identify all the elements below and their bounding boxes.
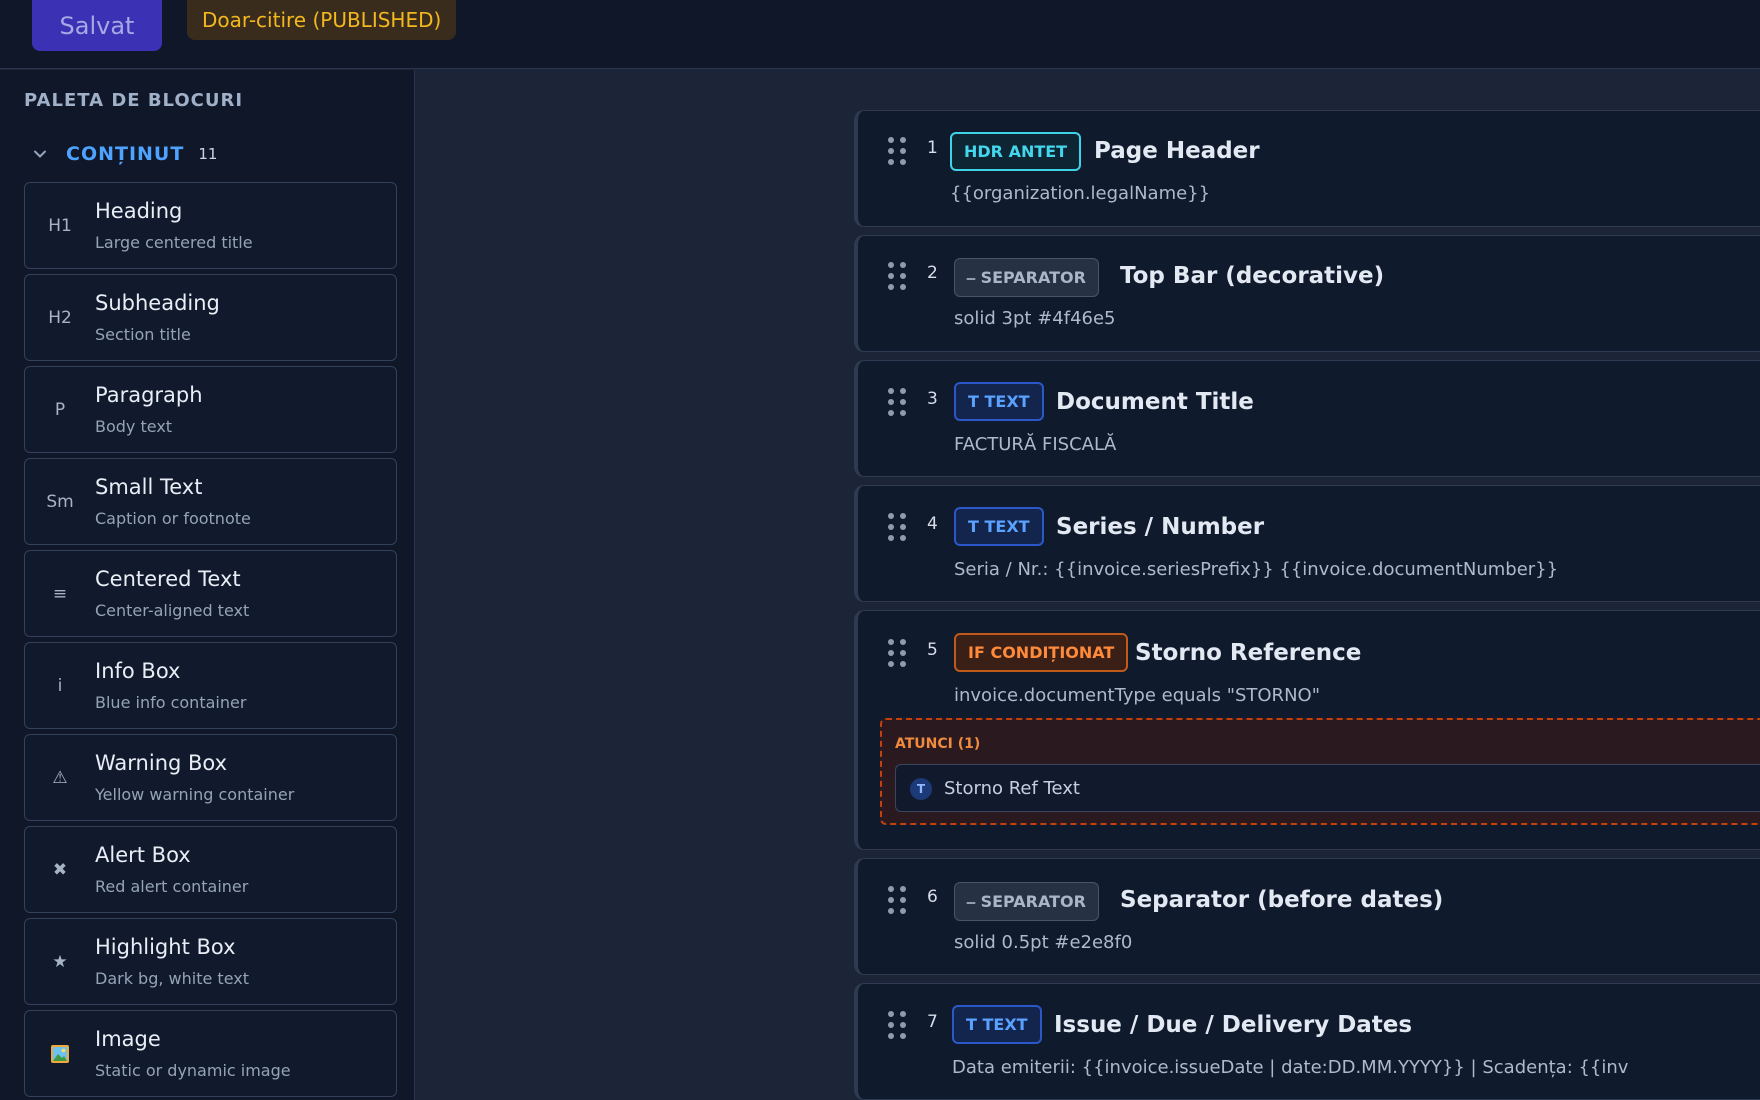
then-label: ATUNCI (1) (895, 736, 981, 752)
align-center-icon: ≡ (52, 583, 68, 604)
status-badge: Doar-citire (PUBLISHED) (187, 0, 457, 40)
category-label: CONȚINUT (66, 143, 185, 165)
block-type-badge: IF CONDIȚIONAT (954, 633, 1129, 672)
block-card-series-number[interactable]: 4 T TEXT Series / Number Seria / Nr.: {{… (854, 485, 1760, 602)
drag-handle-icon[interactable] (888, 886, 906, 914)
top-bar: Salvat Doar-citire (PUBLISHED) (0, 0, 1760, 69)
block-type-badge: ⎯ SEPARATOR (954, 258, 1099, 297)
block-heading[interactable]: H1 Heading Large centered title (24, 182, 397, 269)
block-info-box[interactable]: i Info Box Blue info container (24, 642, 397, 729)
block-summary: {{organization.legalName}} (950, 183, 1211, 204)
block-title: Series / Number (1056, 514, 1265, 540)
block-summary: invoice.documentType equals "STORNO" (954, 685, 1320, 706)
drag-handle-icon[interactable] (888, 513, 906, 541)
block-title: Image (95, 1027, 161, 1051)
block-number: 5 (927, 640, 938, 660)
block-small-text[interactable]: Sm Small Text Caption or footnote (24, 458, 397, 545)
block-title: Page Header (1094, 138, 1260, 164)
info-icon: i (57, 675, 63, 696)
block-number: 6 (927, 887, 938, 907)
block-number: 7 (927, 1012, 938, 1032)
block-number: 2 (927, 263, 938, 283)
block-paragraph[interactable]: P Paragraph Body text (24, 366, 397, 453)
subheading-icon: H2 (48, 307, 72, 328)
block-type-badge: T TEXT (954, 382, 1044, 421)
category-count: 11 (198, 145, 218, 163)
small-text-icon: Sm (46, 491, 74, 512)
block-card-storno-reference[interactable]: 5 IF CONDIȚIONAT Storno Reference invoic… (854, 610, 1760, 850)
block-card-document-title[interactable]: 3 T TEXT Document Title FACTURĂ FISCALĂ (854, 360, 1760, 477)
drag-handle-icon[interactable] (888, 1011, 906, 1039)
block-title: Small Text (95, 475, 203, 499)
block-number: 4 (927, 514, 938, 534)
palette-title: PALETA DE BLOCURI (24, 90, 244, 111)
block-title: Warning Box (95, 751, 228, 775)
alert-icon: ✖ (52, 859, 68, 880)
drag-handle-icon[interactable] (888, 137, 906, 165)
block-number: 3 (927, 389, 938, 409)
block-palette: PALETA DE BLOCURI CONȚINUT 11 H1 Heading… (0, 70, 415, 1100)
heading-icon: H1 (48, 215, 72, 236)
block-card-dates[interactable]: 7 T TEXT Issue / Due / Delivery Dates Da… (854, 983, 1760, 1100)
block-centered-text[interactable]: ≡ Centered Text Center-aligned text (24, 550, 397, 637)
block-type-badge: ⎯ SEPARATOR (954, 882, 1099, 921)
block-title: Alert Box (95, 843, 191, 867)
block-title: Subheading (95, 291, 220, 315)
paragraph-icon: P (54, 399, 66, 420)
block-highlight-box[interactable]: ★ Highlight Box Dark bg, white text (24, 918, 397, 1005)
block-title: Separator (before dates) (1120, 887, 1444, 913)
block-card-separator-before-dates[interactable]: 6 ⎯ SEPARATOR Separator (before dates) s… (854, 858, 1760, 975)
block-type-badge: T TEXT (952, 1005, 1042, 1044)
star-icon: ★ (52, 951, 68, 972)
then-branch: ATUNCI (1) T Storno Ref Text (880, 718, 1760, 825)
block-description: Body text (95, 417, 173, 436)
block-card-page-header[interactable]: 1 HDR ANTET Page Header {{organization.l… (854, 110, 1760, 227)
block-title: Paragraph (95, 383, 203, 407)
chevron-down-icon (30, 144, 50, 164)
drag-handle-icon[interactable] (888, 388, 906, 416)
block-summary: Seria / Nr.: {{invoice.seriesPrefix}} {{… (954, 559, 1559, 580)
block-type-badge: HDR ANTET (950, 132, 1082, 171)
nested-block-title: Storno Ref Text (944, 778, 1080, 799)
block-card-top-bar[interactable]: 2 ⎯ SEPARATOR Top Bar (decorative) solid… (854, 235, 1760, 352)
save-button[interactable]: Salvat (32, 0, 162, 51)
block-summary: FACTURĂ FISCALĂ (954, 434, 1117, 455)
image-icon (25, 1011, 95, 1096)
block-description: Red alert container (95, 877, 249, 896)
drag-handle-icon[interactable] (888, 639, 906, 667)
block-description: Blue info container (95, 693, 247, 712)
warning-icon: ⚠ (52, 767, 68, 788)
nested-block-storno-ref-text[interactable]: T Storno Ref Text (895, 764, 1760, 812)
block-image[interactable]: Image Static or dynamic image (24, 1010, 397, 1097)
drag-handle-icon[interactable] (888, 262, 906, 290)
block-number: 1 (927, 138, 938, 158)
category-header-content[interactable]: CONȚINUT 11 (30, 143, 217, 165)
block-subheading[interactable]: H2 Subheading Section title (24, 274, 397, 361)
block-description: Dark bg, white text (95, 969, 249, 988)
block-summary: solid 0.5pt #e2e8f0 (954, 932, 1133, 953)
template-canvas: 1 HDR ANTET Page Header {{organization.l… (416, 70, 1760, 1100)
block-title: Storno Reference (1135, 640, 1362, 666)
text-type-icon: T (910, 778, 932, 800)
block-warning-box[interactable]: ⚠ Warning Box Yellow warning container (24, 734, 397, 821)
block-title: Issue / Due / Delivery Dates (1054, 1012, 1413, 1038)
block-type-badge: T TEXT (954, 507, 1044, 546)
block-description: Large centered title (95, 233, 253, 252)
block-list: H1 Heading Large centered title H2 Subhe… (24, 182, 397, 1100)
block-summary: Data emiterii: {{invoice.issueDate | dat… (952, 1057, 1629, 1078)
block-description: Section title (95, 325, 191, 344)
block-description: Center-aligned text (95, 601, 250, 620)
block-description: Caption or footnote (95, 509, 251, 528)
block-title: Top Bar (decorative) (1120, 263, 1385, 289)
block-title: Document Title (1056, 389, 1254, 415)
block-title: Highlight Box (95, 935, 236, 959)
block-description: Static or dynamic image (95, 1061, 291, 1080)
block-alert-box[interactable]: ✖ Alert Box Red alert container (24, 826, 397, 913)
block-description: Yellow warning container (95, 785, 295, 804)
block-title: Heading (95, 199, 183, 223)
block-summary: solid 3pt #4f46e5 (954, 308, 1116, 329)
block-title: Info Box (95, 659, 181, 683)
block-title: Centered Text (95, 567, 241, 591)
